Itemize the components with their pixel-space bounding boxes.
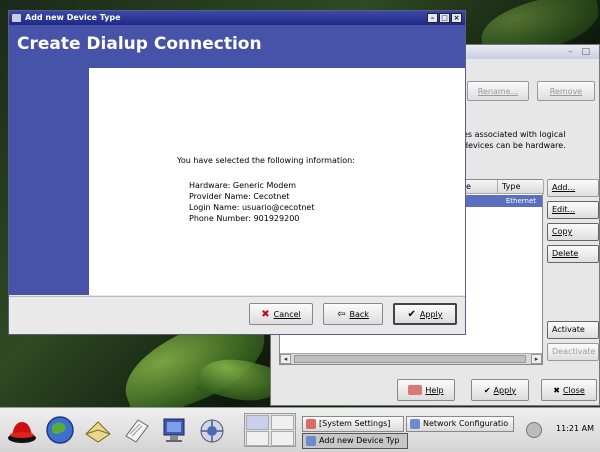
summary-list: Hardware: Generic Modem Provider Name: C… [189, 180, 314, 224]
help-icon [408, 385, 423, 395]
cancel-button[interactable]: ✖ Cancel [249, 303, 313, 325]
task-network-configuration[interactable]: Network Configuratio [406, 416, 514, 432]
maximize-icon[interactable]: □ [439, 13, 450, 23]
back-arrow-icon: ⇦ [337, 308, 346, 320]
network-icon[interactable] [196, 414, 228, 446]
edit-device-button[interactable]: Edit... [547, 201, 599, 219]
remove-button[interactable]: Remove [537, 81, 595, 101]
task-label: Add new Device Typ [319, 436, 400, 445]
browser-globe-icon[interactable] [44, 414, 76, 446]
deactivate-button[interactable]: Deactivate [547, 343, 599, 361]
workspace-3[interactable] [246, 431, 269, 446]
rename-button[interactable]: Rename... [467, 81, 529, 101]
window-controls[interactable]: – □ [568, 47, 593, 57]
workspace-switcher[interactable] [244, 413, 296, 447]
column-header-type[interactable]: Type [498, 180, 544, 194]
summary-intro-text: You have selected the following informat… [177, 156, 355, 165]
back-label: Back [349, 309, 369, 319]
summary-value: 901929200 [253, 214, 300, 223]
scroll-left-icon[interactable]: ◂ [280, 354, 291, 364]
redhat-icon[interactable] [6, 414, 38, 446]
workspace-1[interactable] [246, 415, 269, 430]
summary-provider: Provider Name: Cecotnet [189, 191, 314, 202]
dialog-content-area: You have selected the following informat… [89, 68, 465, 295]
summary-login: Login Name: usuario@cecotnet [189, 202, 314, 213]
back-button[interactable]: ⇦ Back [323, 303, 383, 325]
network-task-icon [410, 419, 420, 429]
apply-label: Apply [419, 309, 443, 319]
summary-label: Phone Number: [189, 214, 252, 223]
mail-icon[interactable] [82, 414, 114, 446]
copy-label: Copy [552, 227, 573, 236]
activate-button[interactable]: Activate [547, 321, 599, 339]
close-icon[interactable]: × [451, 13, 462, 23]
delete-device-button[interactable]: Delete [547, 245, 599, 263]
checkmark-icon: ✔ [407, 308, 416, 320]
cancel-label: Cancel [273, 309, 301, 319]
checkmark-icon: ✔ [483, 385, 491, 395]
window-menu-icon[interactable] [12, 14, 21, 22]
column-header-profile[interactable]: e [462, 180, 498, 194]
close-button[interactable]: ✖ Close [541, 379, 597, 401]
delete-label: Delete [552, 249, 579, 258]
summary-label: Hardware: [189, 181, 231, 190]
summary-label: Login Name: [189, 203, 240, 212]
activate-label: Activate [552, 325, 585, 334]
dialog-titlebar[interactable]: Add new Device Type – □ × [9, 11, 465, 25]
edit-label: Edit... [552, 205, 576, 214]
settings-icon [306, 419, 316, 429]
x-icon: ✖ [261, 308, 270, 320]
apply-network-button[interactable]: ✔ Apply [471, 379, 529, 401]
task-system-settings[interactable]: [System Settings] [302, 416, 404, 432]
scrollbar-thumb[interactable] [294, 355, 526, 363]
minimize-icon[interactable]: – [427, 13, 438, 23]
taskbar: [System Settings] Network Configuratio A… [0, 407, 600, 452]
document-icon[interactable] [120, 414, 152, 446]
help-label: Help [425, 385, 444, 395]
apply-label: Apply [493, 385, 517, 395]
horizontal-scrollbar[interactable]: ◂ ▸ [280, 353, 542, 364]
workspace-4[interactable] [271, 431, 294, 446]
summary-value: Cecotnet [253, 192, 290, 201]
task-label: [System Settings] [319, 419, 391, 428]
dialog-side-panel [9, 68, 89, 295]
add-label: Add... [552, 183, 576, 192]
dialog-header-banner: Create Dialup Connection [9, 25, 465, 68]
workspace-2[interactable] [271, 415, 294, 430]
summary-label: Provider Name: [189, 192, 251, 201]
clock[interactable]: 11:21 AM [556, 424, 594, 433]
apply-button[interactable]: ✔ Apply [393, 303, 457, 325]
task-add-device-type[interactable]: Add new Device Typ [302, 433, 408, 449]
help-button[interactable]: Help [397, 379, 455, 401]
task-label: Network Configuratio [423, 419, 509, 428]
summary-phone: Phone Number: 901929200 [189, 213, 314, 224]
notification-icon[interactable] [526, 422, 542, 438]
close-label: Close [562, 385, 585, 395]
add-device-dialog: Add new Device Type – □ × Create Dialup … [8, 10, 466, 335]
dialog-divider [9, 296, 465, 297]
deactivate-label: Deactivate [552, 347, 596, 356]
dialog-window-title: Add new Device Type [25, 13, 121, 22]
copy-device-button[interactable]: Copy [547, 223, 599, 241]
x-icon: ✖ [553, 385, 560, 395]
add-device-button[interactable]: Add... [547, 179, 599, 197]
scroll-right-icon[interactable]: ▸ [531, 354, 542, 364]
page-title: Create Dialup Connection [17, 34, 262, 54]
dialog-window-controls: – □ × [427, 13, 462, 23]
device-type-cell: Ethernet [505, 197, 536, 205]
summary-value: Generic Modem [232, 181, 297, 190]
device-description-text: es associated with logical devices can b… [463, 130, 566, 150]
system-monitor-icon[interactable] [158, 414, 190, 446]
summary-value: usuario@cecotnet [241, 203, 315, 212]
dialog-task-icon [306, 436, 316, 446]
summary-hardware: Hardware: Generic Modem [189, 180, 314, 191]
